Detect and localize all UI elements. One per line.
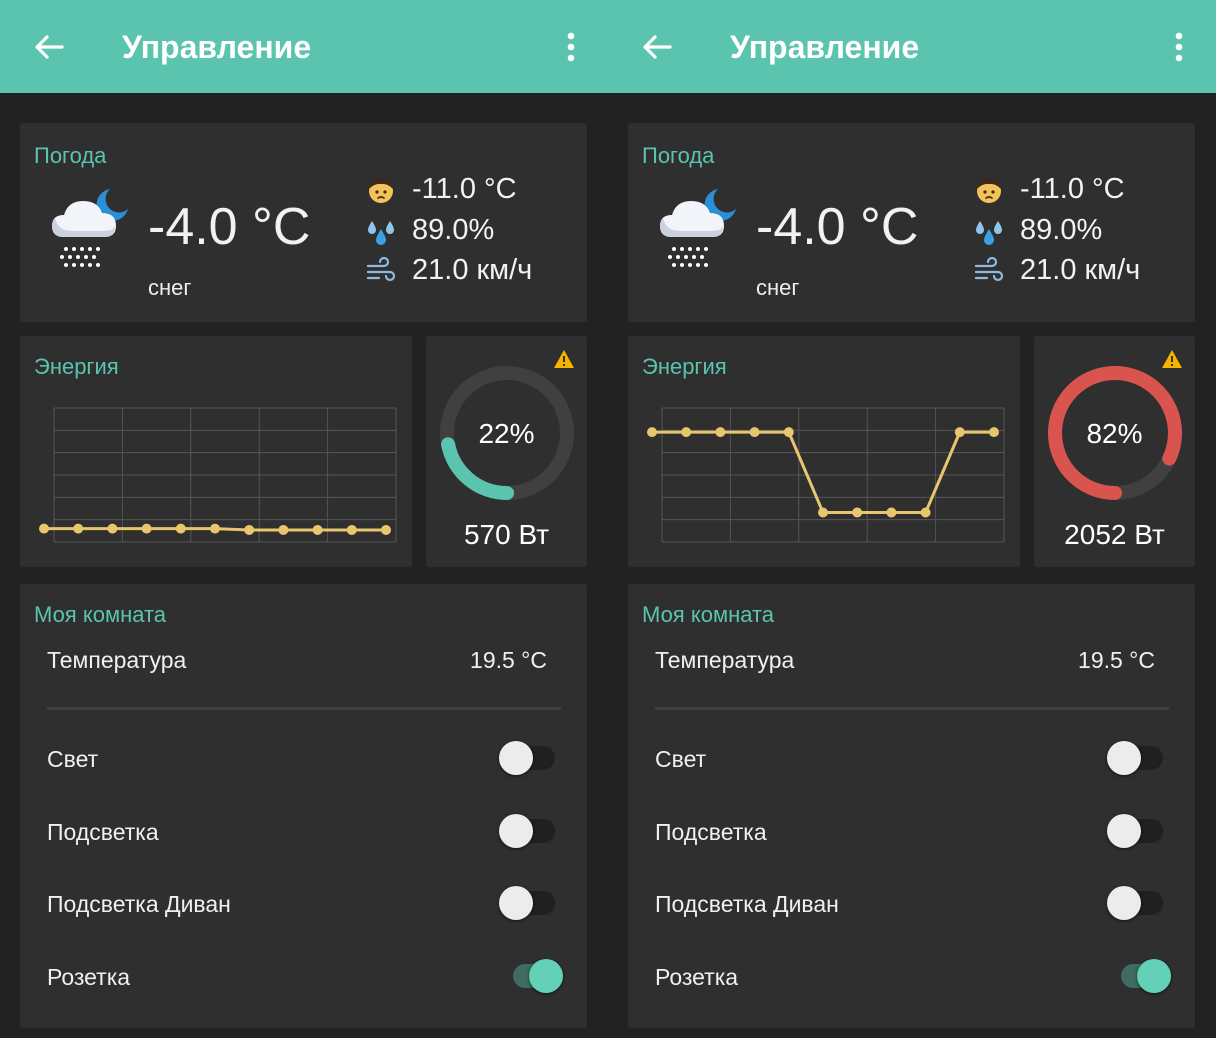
page-title: Управление (122, 29, 312, 65)
chart-data-point (107, 523, 118, 534)
chart-data-point (141, 523, 152, 534)
gauge-percent: 22% (478, 418, 535, 449)
chart-data-point (852, 507, 863, 518)
toggle-switch[interactable] (1107, 738, 1171, 778)
weather-card[interactable]: Погода -4.0 °C снег -11.0 °C 89.0% 21.0 … (20, 123, 587, 322)
weather-condition: снег (756, 275, 800, 300)
chart-data-point (312, 524, 323, 535)
toggle-switch[interactable] (499, 956, 563, 996)
feels-like-face-icon (977, 177, 1001, 203)
app-bar: Управление (0, 0, 608, 93)
chart-data-point (73, 523, 84, 534)
wind-icon (974, 256, 1004, 282)
snow-night-icon (660, 189, 736, 267)
room-temperature-value: 19.5 °C (1078, 647, 1155, 673)
humidity-drops-icon (368, 221, 394, 245)
gauge-value-arc (441, 437, 514, 500)
chart-data-point (39, 523, 49, 534)
chart-data-point (783, 427, 794, 438)
chart-data-point (681, 427, 692, 438)
chart-data-point (346, 524, 357, 535)
energy-line-chart (39, 407, 397, 543)
feels-like-face-icon (369, 177, 393, 203)
more-vert-icon[interactable] (1162, 26, 1192, 70)
feels-like-value: -11.0 °C (1020, 173, 1125, 205)
toggle-switch[interactable] (1107, 883, 1171, 923)
screen-left: Управление Погода -4.0 °C снег -11.0 °C … (0, 0, 608, 1038)
app-bar: Управление (608, 0, 1216, 93)
power-gauge-card[interactable]: 82% 2052 Вт (1034, 336, 1195, 567)
screen-right: Управление Погода -4.0 °C снег -11.0 °C … (608, 0, 1216, 1038)
more-vert-icon[interactable] (554, 26, 584, 70)
chart-data-point (749, 427, 760, 438)
toggle-switch[interactable] (1107, 811, 1171, 851)
energy-card[interactable]: Энергия (20, 336, 412, 567)
card-title: Погода (34, 143, 107, 168)
humidity-drops-icon (976, 221, 1002, 245)
switch-label: Свет (655, 746, 707, 772)
wind-value: 21.0 км/ч (412, 254, 533, 286)
arrow-left-icon[interactable] (26, 26, 70, 70)
switch-label: Подсветка (47, 819, 159, 845)
chart-data-point (886, 507, 897, 518)
app-root: Управление Погода -4.0 °C снег -11.0 °C … (0, 0, 1216, 1038)
chart-data-point (954, 427, 965, 438)
gauge-power: 2052 Вт (1064, 519, 1165, 550)
room-temperature-label: Температура (47, 647, 187, 673)
humidity-value: 89.0% (1020, 214, 1103, 246)
switch-label: Подсветка Диван (655, 891, 839, 917)
wind-icon (366, 256, 396, 282)
chart-data-point (920, 507, 931, 518)
card-title: Моя комната (34, 602, 167, 627)
weather-condition: снег (148, 275, 192, 300)
room-temperature-label: Температура (655, 647, 795, 673)
chart-data-point (278, 524, 289, 535)
chart-data-point (818, 507, 828, 518)
feels-like-value: -11.0 °C (412, 173, 517, 205)
wind-value: 21.0 км/ч (1020, 254, 1141, 286)
room-card: Моя комната Температура 19.5 °C Свет Под… (20, 584, 587, 1028)
chart-data-point (989, 427, 999, 438)
gauge-percent: 82% (1086, 418, 1143, 449)
chart-data-point (381, 524, 391, 535)
chart-data-point (715, 427, 726, 438)
card-title: Погода (642, 143, 715, 168)
page-title: Управление (730, 29, 920, 65)
gauge-power: 570 Вт (463, 519, 550, 550)
toggle-switch[interactable] (1107, 956, 1171, 996)
card-title: Энергия (34, 354, 119, 379)
humidity-value: 89.0% (412, 214, 495, 246)
switch-label: Свет (47, 746, 99, 772)
switch-label: Розетка (655, 964, 739, 990)
switch-label: Розетка (47, 964, 131, 990)
energy-line-chart (647, 407, 1005, 543)
chart-data-point (244, 524, 255, 535)
current-temperature: -4.0 °C (756, 198, 919, 256)
chart-data-point (647, 427, 657, 438)
toggle-switch[interactable] (499, 738, 563, 778)
card-title: Моя комната (642, 602, 775, 627)
card-title: Энергия (642, 354, 727, 379)
divider (655, 707, 1169, 710)
room-card: Моя комната Температура 19.5 °C Свет Под… (628, 584, 1195, 1028)
weather-card[interactable]: Погода -4.0 °C снег -11.0 °C 89.0% 21.0 … (628, 123, 1195, 322)
chart-data-point (175, 523, 186, 534)
power-gauge-card[interactable]: 22% 570 Вт (426, 336, 587, 567)
divider (47, 707, 561, 710)
room-temperature-value: 19.5 °C (470, 647, 547, 673)
arrow-left-icon[interactable] (634, 26, 678, 70)
snow-night-icon (52, 189, 128, 267)
chart-data-point (210, 523, 220, 534)
toggle-switch[interactable] (499, 883, 563, 923)
switch-label: Подсветка Диван (47, 891, 231, 917)
current-temperature: -4.0 °C (148, 198, 311, 256)
energy-card[interactable]: Энергия (628, 336, 1020, 567)
switch-label: Подсветка (655, 819, 767, 845)
chart-series-line (652, 430, 994, 515)
toggle-switch[interactable] (499, 811, 563, 851)
